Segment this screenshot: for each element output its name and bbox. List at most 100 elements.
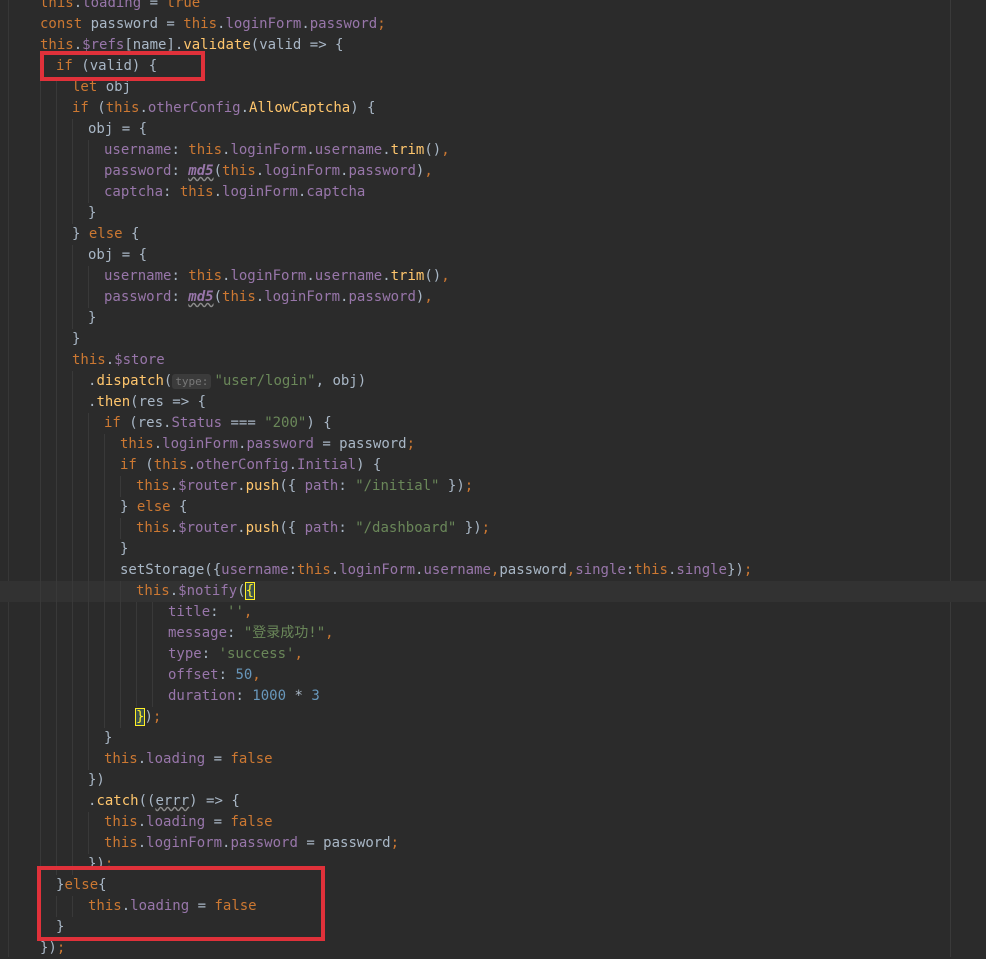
parameter-hint: type: [172, 374, 212, 389]
code-token: { [244, 582, 256, 600]
code-line[interactable]: password: md5(this.loginForm.password), [0, 161, 986, 182]
code-token: ; [390, 835, 400, 851]
code-token: ; [464, 478, 474, 494]
code-line[interactable]: .dispatch(type: "user/login", obj) [0, 371, 986, 392]
code-token: ; [56, 940, 66, 956]
code-token: . [237, 478, 246, 494]
code-token: : [227, 625, 244, 641]
code-token: : [218, 667, 236, 683]
code-token: this [136, 583, 170, 599]
code-line[interactable]: this.loading = true [0, 0, 986, 14]
code-token: . [187, 457, 196, 473]
code-line[interactable]: obj = { [0, 245, 986, 266]
code-line[interactable]: .then(res => { [0, 392, 986, 413]
code-token: = password [297, 835, 391, 851]
code-line[interactable]: .catch((errr) => { [0, 791, 986, 812]
code-token: 3 [311, 688, 320, 704]
code-line[interactable]: }); [0, 938, 986, 959]
code-token: obj [105, 79, 132, 95]
code-token: md5 [188, 163, 214, 179]
code-line[interactable]: } [0, 308, 986, 329]
code-token: $notify [178, 583, 238, 599]
code-token: trim [390, 268, 425, 284]
code-token: ( [145, 457, 154, 473]
code-token: ) { [306, 415, 332, 431]
code-token: username [104, 142, 172, 158]
code-token: . [137, 814, 147, 830]
code-token: single [575, 562, 626, 578]
code-token: "登录成功!" [243, 625, 326, 641]
code-token: ( [97, 100, 106, 116]
code-token: this [222, 289, 256, 305]
code-token: ) { [356, 457, 382, 473]
code-token: username [314, 268, 383, 284]
code-line[interactable]: setStorage({username:this.loginForm.user… [0, 560, 986, 581]
code-line[interactable]: title: '', [0, 602, 986, 623]
code-line[interactable]: this.loading = false [0, 749, 986, 770]
code-token: password [348, 163, 416, 179]
code-token: setStorage [120, 562, 205, 578]
code-line[interactable]: if (res.Status === "200") { [0, 413, 986, 434]
code-token: loginForm [264, 163, 341, 179]
code-token: , [325, 625, 334, 641]
code-token: . [137, 835, 147, 851]
code-line[interactable]: this.loginForm.password = password; [0, 833, 986, 854]
code-line[interactable]: this.loginForm.password = password; [0, 434, 986, 455]
code-token: username [104, 268, 172, 284]
code-line[interactable]: if (this.otherConfig.AllowCaptcha) { [0, 98, 986, 119]
code-token: ( [213, 163, 223, 179]
code-token: "user/login" [214, 373, 316, 389]
code-line[interactable]: const password = this.loginForm.password… [0, 14, 986, 35]
code-token: obj = { [88, 247, 148, 263]
code-token: ; [406, 436, 416, 452]
code-token: . [382, 142, 391, 158]
code-line[interactable]: } [0, 539, 986, 560]
code-line[interactable]: type: 'success', [0, 644, 986, 665]
code-token: password [104, 163, 172, 179]
code-token: md5 [188, 289, 214, 305]
code-token: 'success' [218, 646, 295, 662]
code-line[interactable]: password: md5(this.loginForm.password), [0, 287, 986, 308]
code-token: title [168, 604, 211, 620]
code-token: password [348, 289, 416, 305]
code-line[interactable]: }) [0, 770, 986, 791]
code-line[interactable]: offset: 50, [0, 665, 986, 686]
code-line[interactable]: this.$notify({ [0, 581, 986, 602]
code-line[interactable]: this.$store [0, 350, 986, 371]
code-line[interactable]: } [0, 203, 986, 224]
code-token: this [104, 751, 138, 767]
code-line[interactable]: } else { [0, 497, 986, 518]
code-token: this [183, 16, 218, 32]
code-token: catch [96, 793, 139, 809]
code-line[interactable]: captcha: this.loginForm.captcha [0, 182, 986, 203]
code-line[interactable]: duration: 1000 * 3 [0, 686, 986, 707]
code-token: . [255, 289, 265, 305]
code-token: ( [237, 583, 246, 599]
code-line[interactable]: } else { [0, 224, 986, 245]
code-token: : [235, 688, 253, 704]
code-line[interactable]: username: this.loginForm.username.trim()… [0, 266, 986, 287]
code-line[interactable]: this.loading = false [0, 812, 986, 833]
code-token: this [188, 268, 223, 284]
code-line[interactable]: } [0, 329, 986, 350]
code-line[interactable]: } [0, 728, 986, 749]
code-line[interactable]: if (this.otherConfig.Initial) { [0, 455, 986, 476]
code-token: errr [155, 793, 190, 809]
code-token: : [171, 142, 189, 158]
code-line[interactable]: username: this.loginForm.username.trim()… [0, 140, 986, 161]
code-line[interactable]: this.$router.push({ path: "/dashboard" }… [0, 518, 986, 539]
code-token: this [297, 562, 331, 578]
code-line[interactable]: obj = { [0, 119, 986, 140]
code-line[interactable]: this.$router.push({ path: "/initial" }); [0, 476, 986, 497]
code-token: : [171, 268, 189, 284]
code-line[interactable]: message: "登录成功!", [0, 623, 986, 644]
code-token: () [424, 268, 442, 284]
highlight-box-if-valid [40, 51, 205, 81]
code-token: this [188, 142, 223, 158]
code-token: loginForm [225, 16, 302, 32]
code-token: . [255, 163, 265, 179]
code-editor[interactable]: this.loading = true const password = this… [0, 0, 986, 957]
code-token: this [72, 352, 106, 368]
code-line[interactable]: }); [0, 707, 986, 728]
code-token: this [105, 100, 140, 116]
